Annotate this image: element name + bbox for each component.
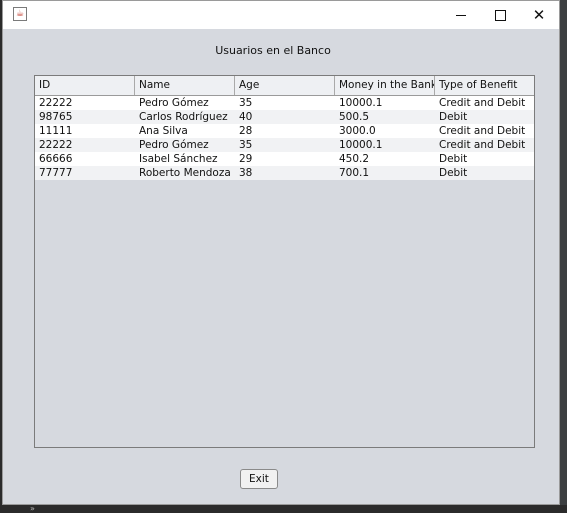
cell-id: 98765: [39, 111, 73, 123]
cell-id: 77777: [39, 167, 73, 179]
cell-id: 22222: [39, 139, 73, 151]
close-button[interactable]: ✕: [519, 1, 559, 29]
cell-money: 10000.1: [339, 97, 383, 109]
cell-benefit: Debit: [439, 153, 468, 165]
minimize-button[interactable]: [441, 1, 481, 29]
cell-age: 35: [239, 139, 253, 151]
cell-id: 11111: [39, 125, 73, 137]
cell-id: 66666: [39, 153, 73, 165]
cell-age: 40: [239, 111, 253, 123]
cell-benefit: Credit and Debit: [439, 139, 526, 151]
table-row[interactable]: 22222 Pedro Gómez 35 10000.1 Credit and …: [35, 138, 534, 152]
desktop-taskbar-strip: »: [0, 504, 567, 513]
users-table[interactable]: ID Name Age Money in the Bank Type of Be…: [34, 75, 535, 448]
exit-button[interactable]: Exit: [240, 469, 278, 489]
cell-money: 500.5: [339, 111, 370, 123]
column-header-id[interactable]: ID: [35, 76, 135, 95]
cell-benefit: Credit and Debit: [439, 125, 526, 137]
taskbar-chevron-icon: »: [30, 504, 35, 513]
cell-name: Ana Silva: [139, 125, 188, 137]
minimize-icon: [456, 14, 466, 16]
column-header-benefit[interactable]: Type of Benefit: [435, 76, 534, 95]
cell-name: Roberto Mendoza: [139, 167, 231, 179]
table-row[interactable]: 11111 Ana Silva 28 3000.0 Credit and Deb…: [35, 124, 534, 138]
page-title: Usuarios en el Banco: [215, 44, 331, 57]
column-header-money[interactable]: Money in the Bank: [335, 76, 435, 95]
table-header: ID Name Age Money in the Bank Type of Be…: [35, 76, 534, 96]
cell-id: 22222: [39, 97, 73, 109]
cell-name: Pedro Gómez: [139, 139, 209, 151]
cell-money: 450.2: [339, 153, 370, 165]
java-app-icon: ☕: [13, 7, 27, 21]
app-window: ☕ ✕ Usuarios en el Banco ID Name Age Mon…: [2, 0, 560, 505]
title-bar: ☕ ✕: [3, 1, 559, 29]
cell-money: 3000.0: [339, 125, 376, 137]
cell-age: 28: [239, 125, 253, 137]
cell-age: 38: [239, 167, 253, 179]
cell-age: 29: [239, 153, 253, 165]
cell-name: Isabel Sánchez: [139, 153, 218, 165]
cell-name: Pedro Gómez: [139, 97, 209, 109]
table-row[interactable]: 77777 Roberto Mendoza 38 700.1 Debit: [35, 166, 534, 180]
cell-name: Carlos Rodríguez: [139, 111, 228, 123]
maximize-icon: [494, 9, 506, 21]
table-row[interactable]: 98765 Carlos Rodríguez 40 500.5 Debit: [35, 110, 534, 124]
cell-benefit: Debit: [439, 111, 468, 123]
maximize-button[interactable]: [480, 1, 520, 29]
cell-money: 700.1: [339, 167, 370, 179]
cell-money: 10000.1: [339, 139, 383, 151]
cell-benefit: Credit and Debit: [439, 97, 526, 109]
cell-benefit: Debit: [439, 167, 468, 179]
cell-age: 35: [239, 97, 253, 109]
column-header-name[interactable]: Name: [135, 76, 235, 95]
table-row[interactable]: 22222 Pedro Gómez 35 10000.1 Credit and …: [35, 96, 534, 110]
close-icon: ✕: [532, 5, 546, 24]
table-row[interactable]: 66666 Isabel Sánchez 29 450.2 Debit: [35, 152, 534, 166]
column-header-age[interactable]: Age: [235, 76, 335, 95]
